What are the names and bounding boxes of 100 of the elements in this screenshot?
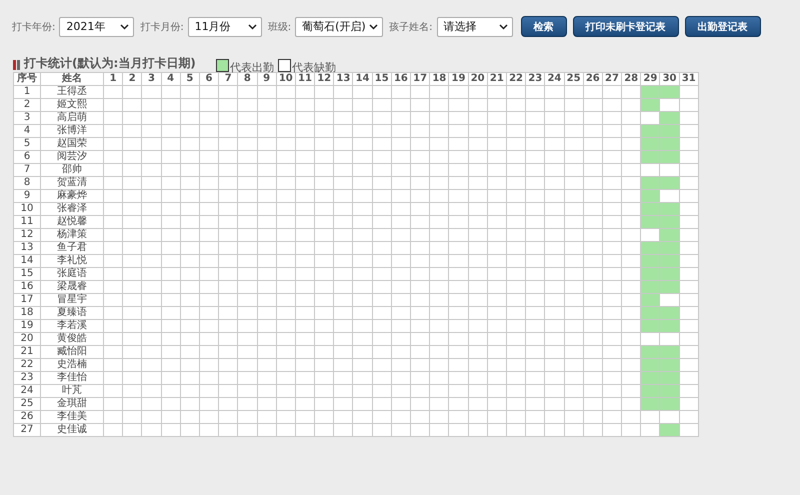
row-number: 6	[14, 150, 40, 164]
child-name: 邵帅	[40, 164, 104, 176]
child-name: 冒星宇	[40, 294, 104, 306]
filter-label: 打卡月份:	[140, 20, 184, 34]
row-number: 15	[14, 268, 40, 280]
child-name: 臧怡阳	[40, 346, 104, 358]
column-header: 4	[161, 72, 180, 86]
row-number: 2	[14, 98, 40, 112]
child-name: 李佳美	[40, 410, 104, 424]
chevron-down-icon	[248, 24, 257, 30]
row-number: 25	[14, 398, 40, 410]
filter-label: 孩子姓名:	[389, 20, 432, 34]
column-header: 13	[334, 72, 353, 86]
column-header: 1	[104, 72, 123, 86]
chevron-down-icon	[120, 24, 130, 30]
row-number: 14	[14, 254, 40, 268]
chevron-down-icon	[369, 24, 378, 30]
column-header: 24	[544, 72, 564, 86]
dropdown[interactable]: 2021年	[59, 16, 134, 36]
row-number: 8	[14, 176, 40, 190]
column-header: 12	[314, 72, 334, 86]
row-number: 20	[14, 332, 40, 346]
child-name: 阅芸汐	[40, 150, 104, 164]
row-number: 7	[14, 164, 40, 176]
child-name: 贺蓝清	[40, 176, 104, 190]
child-name: 张庭语	[40, 268, 104, 280]
row-number: 17	[14, 294, 40, 306]
row-number: 9	[14, 190, 40, 202]
column-header: 18	[430, 72, 449, 86]
column-header: 8	[238, 72, 257, 86]
action-button[interactable]: 出勤登记表	[684, 16, 760, 37]
column-header: 26	[583, 72, 602, 86]
column-header: 6	[199, 72, 219, 86]
child-name: 史佳诚	[40, 424, 104, 436]
column-header: 5	[180, 72, 200, 86]
row-number: 13	[14, 242, 40, 254]
column-header: 9	[257, 72, 276, 86]
child-name: 高启萌	[40, 112, 104, 124]
action-button[interactable]: 打印未刷卡登记表	[572, 16, 678, 37]
row-number: 11	[14, 216, 40, 228]
row-number: 4	[14, 124, 40, 138]
child-name: 夏臻语	[40, 306, 104, 320]
column-header: 31	[679, 72, 698, 86]
column-header: 27	[602, 72, 622, 86]
column-header: 3	[142, 72, 162, 86]
legend-label: 代表缺勤	[292, 60, 336, 74]
child-name: 鱼子君	[40, 242, 104, 254]
column-header: 2	[122, 72, 142, 86]
column-header: 22	[506, 72, 526, 86]
child-name: 李若溪	[40, 320, 104, 332]
row-number: 23	[14, 372, 40, 384]
column-header: 14	[352, 72, 372, 86]
child-name: 杨津策	[40, 228, 104, 242]
column-header: 19	[448, 72, 468, 86]
column-header: 11	[295, 72, 315, 86]
column-header: 15	[372, 72, 392, 86]
child-name: 王得丞	[40, 86, 104, 98]
row-number: 5	[14, 138, 40, 150]
legend-label: 代表出勤	[230, 60, 274, 74]
dropdown[interactable]: 请选择	[436, 16, 512, 36]
column-header: 17	[410, 72, 430, 86]
column-header: 姓名	[40, 72, 104, 86]
column-header: 21	[487, 72, 506, 86]
filter-label: 班级:	[268, 20, 292, 34]
child-name: 梁晟睿	[40, 280, 104, 294]
dropdown[interactable]: 11月份	[188, 16, 262, 36]
child-name: 李礼悦	[40, 254, 104, 268]
row-number: 12	[14, 228, 40, 242]
row-number: 1	[14, 86, 40, 98]
child-name: 金琪甜	[40, 398, 104, 410]
row-number: 10	[14, 202, 40, 216]
section-icon	[13, 60, 20, 70]
child-name: 姬文熙	[40, 98, 104, 112]
column-header: 序号	[14, 72, 40, 86]
action-button[interactable]: 检索	[520, 16, 566, 37]
filter-label: 打卡年份:	[12, 20, 56, 34]
column-header: 25	[564, 72, 584, 86]
row-number: 18	[14, 306, 40, 320]
column-header: 28	[622, 72, 641, 86]
child-name: 叶芃	[40, 384, 104, 398]
row-number: 16	[14, 280, 40, 294]
chevron-down-icon	[498, 24, 508, 30]
section-title: 打卡统计(默认为:当月打卡日期)	[24, 55, 196, 72]
row-number: 27	[14, 424, 40, 436]
column-header: 16	[391, 72, 410, 86]
child-name: 麻豪烨	[40, 190, 104, 202]
column-header: 23	[526, 72, 545, 86]
column-header: 10	[276, 72, 296, 86]
child-name: 赵悦馨	[40, 216, 104, 228]
dropdown[interactable]: 葡萄石(开启)	[295, 16, 384, 36]
column-header: 20	[468, 72, 488, 86]
row-number: 24	[14, 384, 40, 398]
child-name: 李佳怡	[40, 372, 104, 384]
row-number: 26	[14, 410, 40, 424]
column-header: 7	[218, 72, 238, 86]
child-name: 张睿泽	[40, 202, 104, 216]
row-number: 3	[14, 112, 40, 124]
child-name: 赵国荣	[40, 138, 104, 150]
child-name: 黄俊皓	[40, 332, 104, 346]
row-number: 22	[14, 358, 40, 372]
